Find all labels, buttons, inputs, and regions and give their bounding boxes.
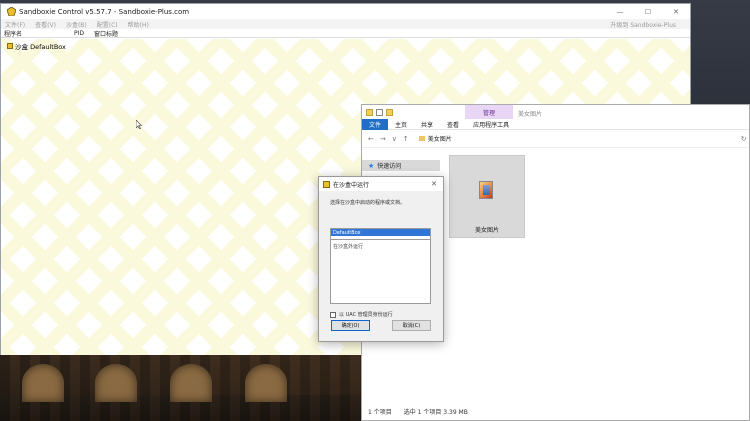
- recent-dropdown-icon[interactable]: ∨: [392, 135, 397, 143]
- column-pid[interactable]: PID: [71, 30, 91, 37]
- refresh-icon[interactable]: ↻: [741, 135, 747, 143]
- run-outside-option[interactable]: 在沙盒外运行: [331, 243, 430, 250]
- properties-icon[interactable]: [376, 108, 383, 116]
- folder-icon: [418, 136, 425, 141]
- uac-checkbox-row[interactable]: 以 UAC 管理员身份运行: [330, 311, 393, 318]
- dialog-title: 在沙盒中运行: [333, 181, 370, 189]
- menu-view[interactable]: 查看(V): [35, 20, 56, 29]
- column-window-title[interactable]: 窗口标题: [91, 29, 118, 38]
- sandbox-name: 沙盒 DefaultBox: [15, 43, 66, 51]
- menu-help[interactable]: 帮助(H): [128, 20, 149, 29]
- tab-manage[interactable]: 管理: [465, 105, 513, 119]
- sandbox-option-selected[interactable]: DefaultBox: [331, 229, 430, 236]
- run-sandboxed-dialog: 在沙盒中运行 ✕ 选择在沙盒中启动的程序或文档。 DefaultBox 在沙盒外…: [318, 176, 444, 342]
- uac-checkbox[interactable]: [330, 311, 336, 318]
- dialog-titlebar: 在沙盒中运行 ✕: [319, 177, 443, 191]
- sandboxie-app-icon: [6, 6, 17, 17]
- forward-arrow-icon[interactable]: →: [380, 135, 386, 143]
- sandbox-tree-item[interactable]: 沙盒 DefaultBox: [7, 41, 66, 51]
- address-bar: ← → ∨ ↑ 美女图片 ↻: [362, 130, 749, 148]
- explorer-title: 美女图片: [518, 111, 543, 118]
- ok-button[interactable]: 确定(O): [331, 320, 370, 331]
- tab-share[interactable]: 共享: [414, 120, 440, 129]
- column-program-name[interactable]: 程序名: [1, 29, 71, 38]
- image-file-icon: [479, 181, 493, 199]
- bridge-arch: [95, 364, 137, 402]
- window-title: Sandboxie Control v5.57.7 - Sandboxie-Pl…: [19, 7, 190, 16]
- list-divider: [331, 239, 430, 240]
- quick-access-toolbar: [366, 108, 396, 116]
- close-icon[interactable]: ✕: [431, 180, 437, 188]
- menu-bar: 文件(F) 查看(V) 沙盒(B) 配置(C) 帮助(H) 升级到 Sandbo…: [1, 19, 690, 29]
- folder-icon: [366, 108, 373, 116]
- status-bar: 1 个项目 选中 1 个项目 3.39 MB: [368, 407, 468, 416]
- up-arrow-icon[interactable]: ↑: [403, 135, 409, 143]
- path-field[interactable]: 美女图片: [415, 133, 735, 145]
- upgrade-link[interactable]: 升级到 Sandboxie-Plus: [610, 20, 676, 29]
- minimize-button[interactable]: —: [606, 4, 634, 19]
- ribbon-tabs: 文件 主页 共享 查看 应用程序工具: [362, 118, 749, 130]
- bridge-arch: [245, 364, 287, 402]
- tab-home[interactable]: 主页: [388, 120, 414, 129]
- sandboxie-icon: [323, 180, 330, 188]
- explorer-titlebar: 管理 美女图片: [362, 105, 749, 119]
- status-item-count: 1 个项目: [368, 409, 392, 416]
- back-arrow-icon[interactable]: ←: [368, 135, 374, 143]
- sandboxie-titlebar: Sandboxie Control v5.57.7 - Sandboxie-Pl…: [1, 4, 690, 19]
- nav-quick-access[interactable]: ★ 快速访问: [362, 160, 440, 171]
- status-selection: 选中 1 个项目 3.39 MB: [403, 409, 468, 416]
- uac-label: 以 UAC 管理员身份运行: [339, 312, 393, 318]
- maximize-button[interactable]: ☐: [634, 4, 662, 19]
- sandbox-icon: [7, 43, 13, 49]
- column-header: 程序名 PID 窗口标题: [1, 29, 690, 38]
- dialog-prompt: 选择在沙盒中启动的程序或文档。: [330, 200, 406, 206]
- nav-quick-access-label: 快速访问: [377, 163, 402, 170]
- star-icon: ★: [368, 161, 375, 170]
- new-folder-icon[interactable]: [386, 108, 393, 116]
- bridge-arch: [170, 364, 212, 402]
- path-text: 美女图片: [427, 136, 452, 143]
- cancel-button[interactable]: 取消(C): [392, 320, 431, 331]
- tab-file[interactable]: 文件: [362, 118, 389, 130]
- file-name: 美女图片: [474, 227, 499, 234]
- sandbox-list[interactable]: DefaultBox 在沙盒外运行: [330, 228, 431, 304]
- tab-view[interactable]: 查看: [440, 120, 466, 129]
- menu-configure[interactable]: 配置(C): [97, 20, 118, 29]
- menu-sandbox[interactable]: 沙盒(B): [66, 20, 87, 29]
- menu-file[interactable]: 文件(F): [5, 20, 25, 29]
- tab-app-tools[interactable]: 应用程序工具: [466, 120, 516, 129]
- file-tile[interactable]: 美女图片: [449, 155, 525, 238]
- bridge-arch: [22, 364, 64, 402]
- close-button[interactable]: ✕: [662, 4, 690, 19]
